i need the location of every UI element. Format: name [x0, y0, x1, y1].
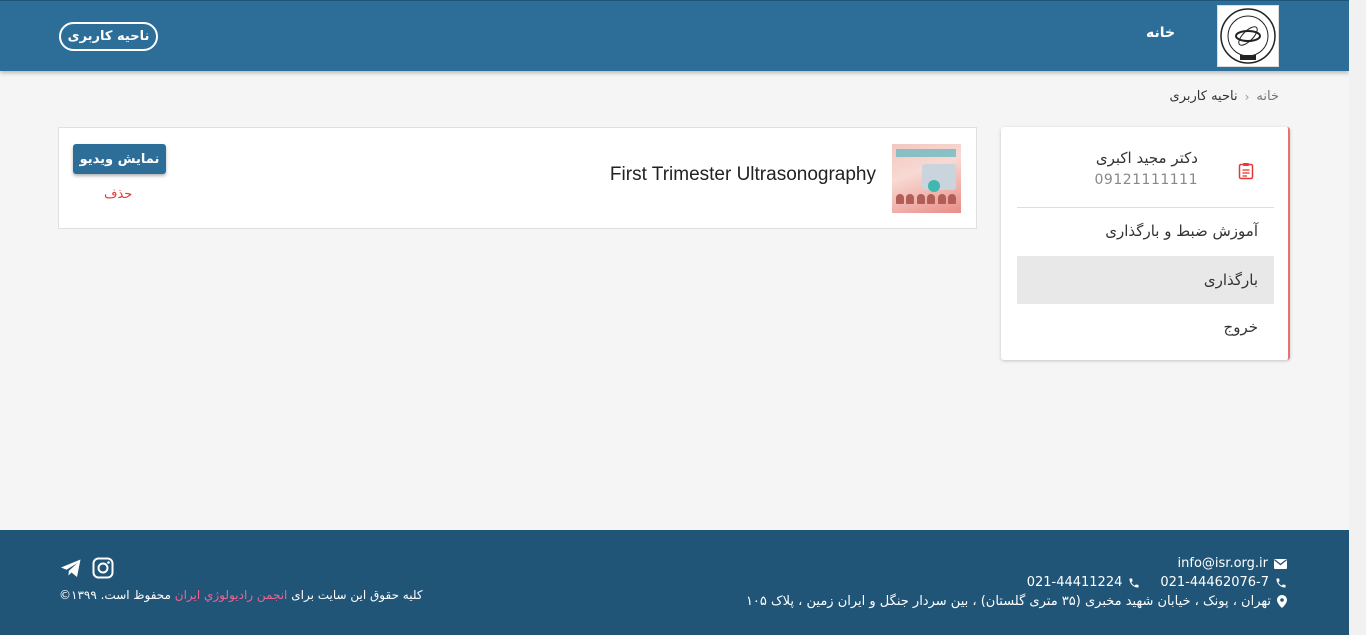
footer-email-line: info@isr.org.ir — [1178, 556, 1287, 571]
profile-phone: 09121111111 — [1094, 172, 1198, 188]
copyright-suffix: محفوظ است. ۱۳۹۹© — [59, 588, 171, 602]
delete-video-link[interactable]: حذف — [104, 187, 132, 202]
site-logo[interactable] — [1217, 5, 1279, 67]
user-side-panel: دکتر مجید اکبری 09121111111 آموزش ضبط و … — [1001, 127, 1290, 360]
breadcrumb-current: ناحیه کاربری — [1169, 89, 1238, 104]
copyright-text: کلیه حقوق این سایت برای انجمن راديولوژي … — [59, 588, 423, 602]
breadcrumb-separator-icon: ‹ — [1244, 89, 1250, 104]
page-scrollbar[interactable] — [1349, 0, 1366, 635]
side-item-upload[interactable]: بارگذاری — [1017, 256, 1274, 304]
copyright-org-link[interactable]: انجمن راديولوژي ايران — [175, 588, 288, 602]
footer-phone-2[interactable]: 021-44411224 — [1027, 575, 1123, 590]
location-pin-icon — [1277, 595, 1287, 608]
side-item-recording-guide[interactable]: آموزش ضبط و بارگذاری — [1017, 207, 1274, 255]
copyright-prefix: کلیه حقوق این سایت برای — [291, 588, 423, 602]
top-header: خانه ناحیه کاربری — [0, 0, 1349, 71]
video-card: First Trimester Ultrasonography نمایش وی… — [58, 127, 977, 229]
show-video-button[interactable]: نمایش ویدیو — [73, 144, 166, 174]
instagram-icon[interactable] — [92, 557, 114, 579]
footer-address-line: تهران ، پونک ، خیابان شهید مخبری (۳۵ متر… — [746, 594, 1287, 609]
clipboard-icon — [1238, 163, 1254, 180]
footer-address: تهران ، پونک ، خیابان شهید مخبری (۳۵ متر… — [745, 594, 1271, 609]
profile-name: دکتر مجید اکبری — [1095, 149, 1198, 167]
nav-home-link[interactable]: خانه — [1146, 25, 1175, 41]
footer: info@isr.org.ir 021-44462076-7 021-44411… — [0, 530, 1349, 635]
video-thumbnail[interactable] — [892, 144, 961, 213]
breadcrumb: خانه ‹ ناحیه کاربری — [1170, 89, 1279, 104]
footer-phone-1[interactable]: 021-44462076-7 — [1160, 575, 1269, 590]
side-item-logout[interactable]: خروج — [1017, 303, 1274, 351]
phone-icon — [1129, 578, 1139, 587]
phone-icon — [1276, 578, 1286, 587]
envelope-icon — [1274, 558, 1287, 569]
video-title: First Trimester Ultrasonography — [609, 164, 876, 185]
breadcrumb-home[interactable]: خانه — [1256, 89, 1279, 104]
footer-phone-line: 021-44462076-7 021-44411224 — [1027, 575, 1287, 590]
user-area-button[interactable]: ناحیه کاربری — [59, 22, 158, 51]
telegram-icon[interactable] — [60, 557, 82, 579]
footer-email[interactable]: info@isr.org.ir — [1178, 556, 1268, 571]
